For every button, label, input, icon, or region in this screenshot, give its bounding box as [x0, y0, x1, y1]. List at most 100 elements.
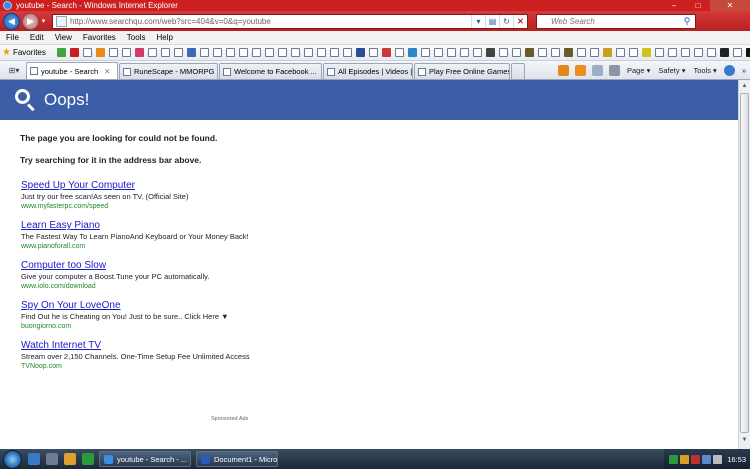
tab-close-icon[interactable]: ✕: [104, 67, 110, 76]
green-star-icon[interactable]: [56, 48, 66, 57]
bolt-icon[interactable]: [641, 48, 651, 57]
link-icon[interactable]: [186, 48, 196, 57]
scroll-down-icon[interactable]: ▼: [739, 434, 750, 446]
page-icon[interactable]: [459, 48, 469, 57]
minimize-button[interactable]: –: [662, 0, 686, 11]
tools-menu[interactable]: Tools ▾: [693, 66, 716, 75]
quick-tabs-button[interactable]: ⊞▾: [4, 63, 24, 77]
favorites-star-icon[interactable]: ★: [2, 47, 11, 58]
page-icon[interactable]: [420, 48, 430, 57]
search-icon[interactable]: ⚲: [679, 16, 695, 27]
page-icon[interactable]: [238, 48, 248, 57]
scrollbar-thumb[interactable]: [740, 93, 749, 433]
page-icon[interactable]: [264, 48, 274, 57]
page-icon[interactable]: [342, 48, 352, 57]
tray-icon[interactable]: [680, 454, 690, 464]
page-icon[interactable]: [147, 48, 157, 57]
page-icon[interactable]: [576, 48, 586, 57]
new-tab-button[interactable]: [511, 63, 525, 79]
red-square-icon[interactable]: [69, 48, 79, 57]
back-button[interactable]: ◀: [3, 12, 20, 30]
menu-file[interactable]: File: [6, 33, 19, 42]
page-icon[interactable]: [511, 48, 521, 57]
page-icon[interactable]: [433, 48, 443, 57]
tab-runescape[interactable]: RuneScape - MMORPG ...: [119, 63, 218, 79]
ad-title-link[interactable]: Spy On Your LoveOne: [21, 300, 251, 311]
ps-icon[interactable]: [355, 48, 365, 57]
vertical-scrollbar[interactable]: ▲ ▼: [738, 80, 750, 449]
safety-menu[interactable]: Safety ▾: [658, 66, 685, 75]
menu-edit[interactable]: Edit: [30, 33, 44, 42]
tab-youtube-search[interactable]: youtube - Search ✕: [26, 62, 118, 79]
volume-icon[interactable]: [713, 454, 723, 464]
menu-help[interactable]: Help: [156, 33, 172, 42]
network-icon[interactable]: [702, 454, 712, 464]
page-icon[interactable]: [290, 48, 300, 57]
page-icon[interactable]: [82, 48, 92, 57]
close-button[interactable]: ✕: [710, 0, 750, 11]
ad-title-link[interactable]: Watch Internet TV: [21, 340, 251, 351]
page-icon[interactable]: [693, 48, 703, 57]
refresh-button[interactable]: ↻: [499, 14, 513, 28]
star-icon[interactable]: [602, 48, 612, 57]
gear-icon[interactable]: [485, 48, 495, 57]
menu-view[interactable]: View: [55, 33, 72, 42]
page-icon[interactable]: [303, 48, 313, 57]
flame-icon[interactable]: [95, 48, 105, 57]
url-dropdown-button[interactable]: ▾: [471, 14, 485, 28]
tray-icon[interactable]: [691, 454, 701, 464]
taskbar-ie-window[interactable]: youtube - Search - ...: [99, 451, 191, 467]
search-box[interactable]: ⚲: [536, 13, 696, 29]
page-icon[interactable]: [173, 48, 183, 57]
ie-quicklaunch-icon[interactable]: [28, 453, 40, 465]
tab-all-episodes[interactable]: All Episodes | Videos | Fr...: [323, 63, 413, 79]
scroll-up-icon[interactable]: ▲: [739, 80, 750, 92]
tab-play-free-games[interactable]: Play Free Online Games,...: [414, 63, 510, 79]
ad-title-link[interactable]: Learn Easy Piano: [21, 220, 251, 231]
stop-button[interactable]: ✕: [513, 14, 527, 28]
help-icon[interactable]: [723, 65, 735, 76]
page-icon[interactable]: [589, 48, 599, 57]
owl-icon[interactable]: [524, 48, 534, 57]
page-icon[interactable]: [628, 48, 638, 57]
page-icon[interactable]: [732, 48, 742, 57]
ad-title-link[interactable]: Speed Up Your Computer: [21, 180, 251, 191]
page-icon[interactable]: [316, 48, 326, 57]
page-icon[interactable]: [394, 48, 404, 57]
compatibility-view-icon[interactable]: ▤: [485, 14, 499, 28]
page-icon[interactable]: [550, 48, 560, 57]
home-icon[interactable]: [557, 65, 569, 76]
owl-icon[interactable]: [563, 48, 573, 57]
url-text[interactable]: http://www.searchqu.com/web?src=404&v=0&…: [70, 17, 471, 26]
taskbar-word-window[interactable]: Document1 - Micro...: [196, 451, 278, 467]
forward-button[interactable]: ▶: [22, 12, 39, 30]
heart-icon[interactable]: [134, 48, 144, 57]
url-field[interactable]: http://www.searchqu.com/web?src=404&v=0&…: [52, 13, 528, 29]
page-icon[interactable]: [160, 48, 170, 57]
page-icon[interactable]: [277, 48, 287, 57]
ad-url[interactable]: TVNoop.com: [21, 363, 251, 370]
page-icon[interactable]: [199, 48, 209, 57]
page-menu[interactable]: Page ▾: [627, 66, 650, 75]
page-icon[interactable]: [368, 48, 378, 57]
page-icon[interactable]: [251, 48, 261, 57]
page-icon[interactable]: [615, 48, 625, 57]
page-icon[interactable]: [225, 48, 235, 57]
page-icon[interactable]: [654, 48, 664, 57]
mail-icon[interactable]: [591, 65, 603, 76]
page-icon[interactable]: [667, 48, 677, 57]
feeds-icon[interactable]: [574, 65, 586, 76]
x-icon[interactable]: [719, 48, 729, 57]
red-link-icon[interactable]: [381, 48, 391, 57]
ad-title-link[interactable]: Computer too Slow: [21, 260, 251, 271]
favorites-button[interactable]: Favorites: [13, 48, 46, 57]
ad-url[interactable]: buongiorno.com: [21, 323, 251, 330]
recent-pages-dropdown[interactable]: ▾: [39, 17, 48, 25]
print-icon[interactable]: [608, 65, 620, 76]
my-icon[interactable]: [745, 48, 750, 57]
ad-url[interactable]: www.iolo.com/download: [21, 283, 251, 290]
tab-facebook[interactable]: Welcome to Facebook ...: [219, 63, 322, 79]
search-input[interactable]: [537, 16, 679, 26]
command-more-button[interactable]: »: [742, 66, 746, 75]
show-desktop-icon[interactable]: [46, 453, 58, 465]
